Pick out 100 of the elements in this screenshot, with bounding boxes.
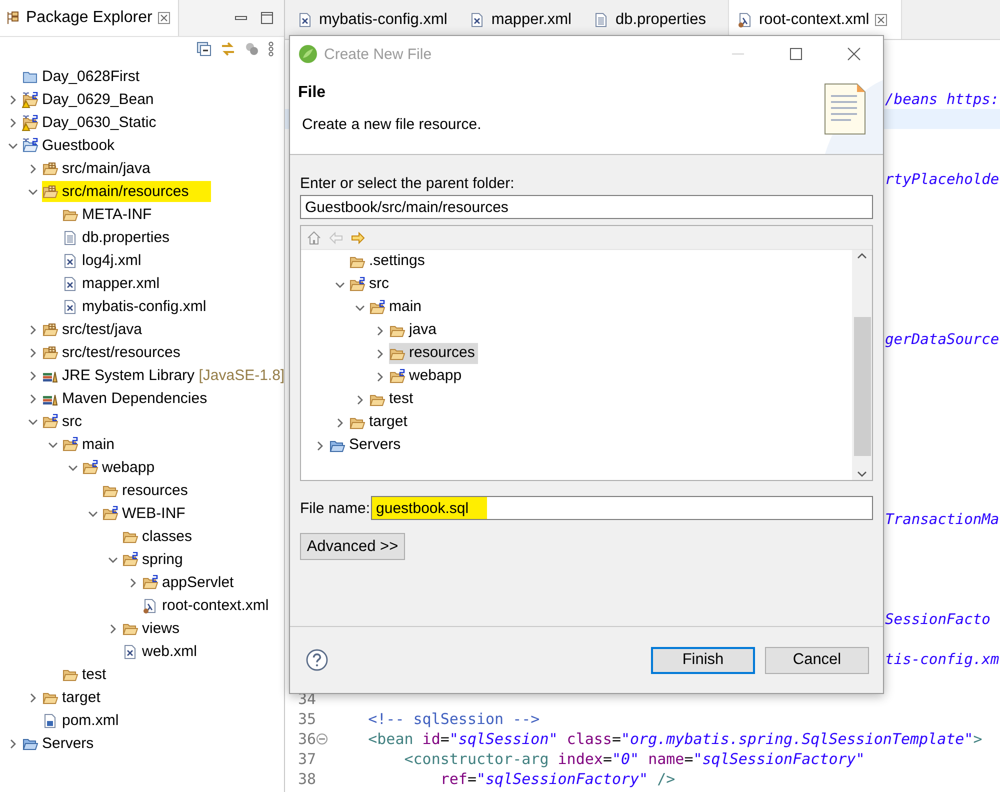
package-explorer-icon	[6, 11, 20, 25]
folder-icon	[389, 368, 405, 384]
tree-item[interactable]: .settings	[349, 251, 428, 272]
tree-item[interactable]: main	[369, 297, 425, 318]
tree-item[interactable]: db.properties	[62, 227, 173, 248]
tree-item[interactable]: Servers	[22, 733, 97, 754]
page-heading: File	[298, 84, 327, 102]
xml-file-icon	[736, 12, 753, 28]
scrollbar-thumb[interactable]	[854, 316, 870, 456]
code-text: rtyPlaceholde	[885, 170, 1000, 188]
text-file-icon	[62, 230, 78, 246]
code-text: tis-config.xm	[885, 650, 1000, 668]
tree-item[interactable]: root-context.xml	[142, 595, 272, 616]
xml-file-icon	[62, 252, 78, 268]
tree-item[interactable]: src/test/resources	[42, 342, 184, 363]
tree-item[interactable]: mapper.xml	[62, 273, 163, 294]
folder-icon	[369, 300, 385, 316]
tree-item[interactable]: resources	[389, 343, 478, 364]
tree-item[interactable]: spring	[122, 549, 186, 570]
code-line: <constructor-arg index="0" name="sqlSessionFactory"	[403, 750, 865, 768]
line-number: 36	[298, 730, 316, 748]
project-warning-icon	[22, 114, 38, 130]
xml-file-icon	[469, 12, 486, 28]
tree-item[interactable]: log4j.xml	[62, 250, 144, 271]
folder-icon	[42, 414, 58, 430]
xml-file-icon	[142, 598, 158, 614]
editor-tab[interactable]: mapper.xml	[461, 0, 586, 39]
tree-item[interactable]: src/test/java	[42, 319, 146, 340]
code-line: ref="sqlSessionFactory" />	[439, 770, 676, 788]
maximize-icon[interactable]	[789, 47, 803, 61]
maximize-icon[interactable]	[260, 11, 274, 25]
xml-file-icon	[297, 12, 313, 28]
folder-icon	[82, 460, 98, 476]
default-button[interactable]: Finish	[651, 646, 755, 674]
line-number: 38	[298, 770, 316, 788]
close-icon[interactable]	[875, 14, 888, 26]
tree-item[interactable]: webapp	[82, 457, 158, 478]
tree-item[interactable]: Day_0630_Static	[22, 112, 160, 133]
code-text: SessionFacto	[885, 610, 990, 628]
tree-item[interactable]: resources	[102, 480, 191, 501]
view-tab[interactable]: Package Explorer	[0, 0, 180, 36]
tree-item[interactable]: Day_0629_Bean	[22, 89, 157, 110]
tree-item[interactable]: Servers	[329, 435, 404, 456]
close-icon[interactable]	[847, 47, 861, 61]
tree-item[interactable]: src/main/resources	[42, 181, 211, 202]
folder-icon	[122, 552, 138, 568]
tree-item[interactable]: mybatis-config.xml	[62, 296, 210, 317]
file-name-field[interactable]: guestbook.sql	[371, 496, 873, 520]
editor-tab[interactable]: db.properties	[585, 0, 720, 39]
tree-item[interactable]: test	[369, 389, 416, 410]
code-text: /beans https:	[885, 90, 1000, 108]
fold-minus-icon[interactable]	[316, 733, 328, 745]
collapse-all-icon[interactable]	[196, 41, 212, 57]
tree-item[interactable]: WEB-INF	[102, 503, 188, 524]
tree-item[interactable]: Day_0628First	[22, 66, 143, 87]
dialog-button[interactable]: Cancel	[765, 646, 869, 674]
line-number: 37	[298, 750, 316, 768]
field-label: File name:	[300, 500, 370, 516]
view-menu-icon[interactable]	[268, 41, 274, 57]
tree-item[interactable]: web.xml	[122, 641, 200, 662]
folder-icon	[142, 574, 158, 590]
text-file-icon	[593, 12, 610, 28]
dialog-title: Create New File	[324, 46, 433, 62]
tree-item[interactable]: src/main/java	[42, 158, 154, 179]
tree-item[interactable]: pom.xml	[42, 710, 122, 731]
tree-item[interactable]: JRE System Library [JavaSE-1.8]	[42, 365, 288, 386]
parent-folder-field[interactable]: Guestbook/src/main/resources	[300, 195, 873, 219]
line-number: 35	[298, 710, 316, 728]
tree-item[interactable]: views	[122, 618, 183, 639]
tree-item[interactable]: Maven Dependencies	[42, 388, 210, 409]
package-folder-icon	[42, 322, 58, 338]
code-text: gerDataSource	[885, 330, 1000, 348]
xml-file-icon	[62, 276, 78, 292]
tree-item[interactable]: classes	[122, 526, 196, 547]
help-icon[interactable]	[306, 649, 328, 671]
tree-item[interactable]: webapp	[389, 366, 465, 387]
editor-tab[interactable]: mybatis-config.xml	[289, 0, 462, 39]
tree-item[interactable]: src	[349, 274, 392, 295]
code-text: TransactionMa	[885, 510, 1000, 528]
tree-item[interactable]: Guestbook	[22, 135, 118, 156]
package-folder-icon	[42, 184, 58, 200]
tree-item[interactable]: src	[42, 411, 85, 432]
tree-item[interactable]: main	[62, 434, 118, 455]
close-icon[interactable]	[158, 12, 170, 24]
project-icon	[22, 138, 38, 154]
tree-item[interactable]: target	[42, 687, 104, 708]
tree-item[interactable]: test	[62, 664, 110, 685]
leaf-logo-icon	[298, 44, 318, 64]
tree-item[interactable]: java	[389, 320, 440, 341]
forward-arrow-icon[interactable]	[350, 230, 366, 246]
tree-item[interactable]: META-INF	[62, 204, 155, 225]
home-icon[interactable]	[306, 230, 322, 246]
advanced-button[interactable]: Advanced >>	[300, 533, 405, 560]
page-description: Create a new file resource.	[302, 116, 482, 133]
xml-file-icon	[122, 644, 138, 660]
tree-item[interactable]: target	[349, 412, 410, 433]
project-warning-icon	[22, 92, 38, 108]
folder-icon	[62, 436, 78, 452]
tree-item[interactable]: appServlet	[142, 572, 237, 593]
editor-tab[interactable]: root-context.xml	[728, 0, 902, 39]
